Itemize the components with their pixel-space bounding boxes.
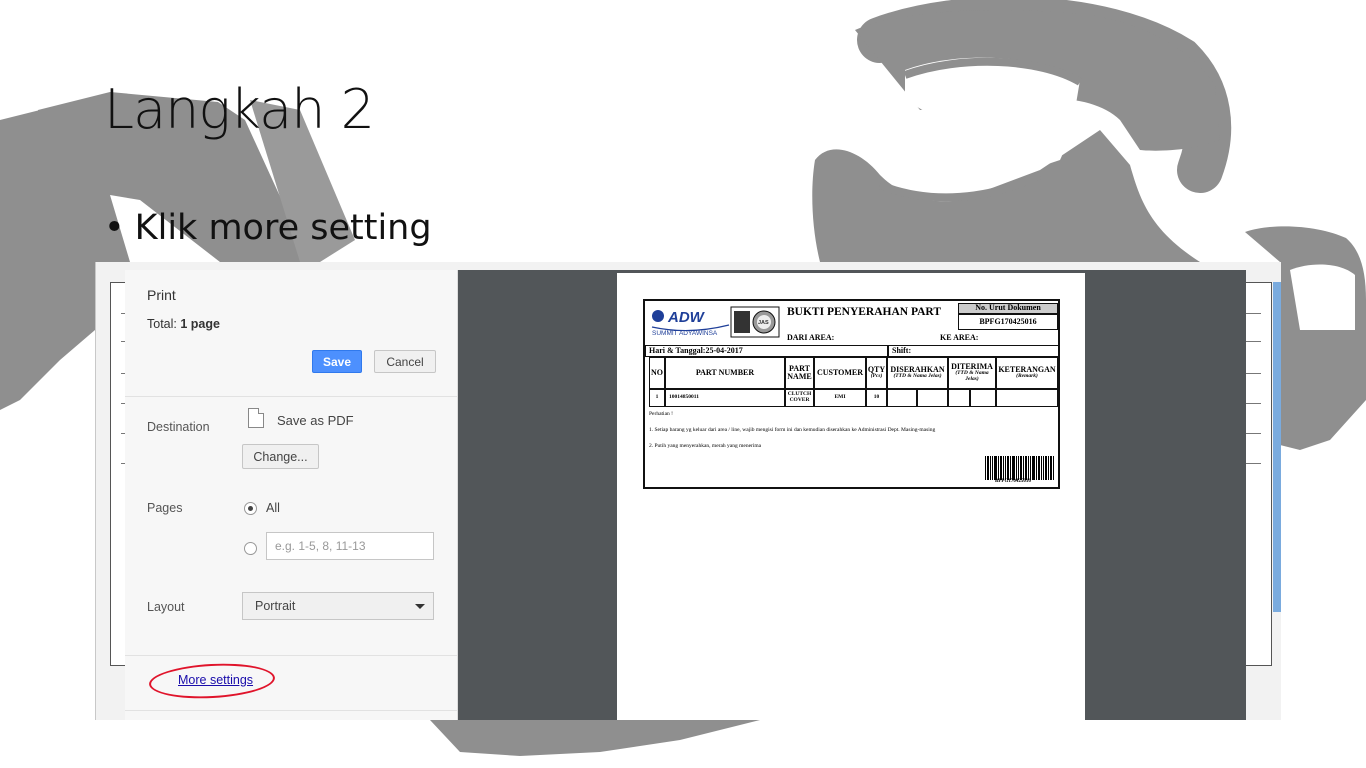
layout-label: Layout <box>147 600 185 614</box>
chevron-down-icon <box>415 604 425 609</box>
pages-all-radio[interactable] <box>244 502 257 515</box>
slide-title: Langkah 2 <box>104 78 375 141</box>
preview-page: ADW SUMMIT ADYAWINSA JAS BUKTI PENYERAHA… <box>617 273 1085 720</box>
slide-bullet: • Klik more setting <box>104 208 432 248</box>
row-cell <box>970 389 996 407</box>
form-title: BUKTI PENYERAHAN PART <box>787 306 942 318</box>
pages-label: Pages <box>147 501 183 515</box>
bullet-text: Klik more setting <box>134 208 432 248</box>
highlight-circle <box>148 660 276 702</box>
logo-text: ADW <box>667 309 706 326</box>
cert-text: JAS <box>758 320 769 326</box>
barcode <box>985 456 1054 480</box>
layout-select[interactable]: Portrait <box>242 592 434 620</box>
pdf-document-icon <box>248 408 264 428</box>
row-cell <box>887 389 917 407</box>
row-no: 1 <box>649 389 665 407</box>
pages-all-label: All <box>266 501 280 515</box>
header-customer: CUSTOMER <box>814 357 866 389</box>
cancel-button[interactable]: Cancel <box>374 350 436 373</box>
pages-range-input[interactable] <box>266 532 434 560</box>
header-diterima: DITERIMA (TTD & Nama Jelas) <box>948 357 996 389</box>
header-keterangan-sub: (Remark) <box>1016 373 1038 380</box>
doc-no-label: No. Urut Dokumen <box>958 303 1058 314</box>
total-label: Total: <box>147 317 177 331</box>
row-part-number: 10014850011 <box>665 389 785 407</box>
row-cell <box>917 389 948 407</box>
logo-subtext: SUMMIT ADYAWINSA <box>652 330 718 337</box>
destination-label: Destination <box>147 420 210 434</box>
print-settings-panel: Print Total: 1 page Save Cancel Destinat… <box>125 270 458 720</box>
header-qty-unit: (Pcs) <box>870 373 883 380</box>
change-destination-button[interactable]: Change... <box>242 444 319 469</box>
divider <box>125 655 457 656</box>
save-button[interactable]: Save <box>312 350 362 373</box>
print-dialog-screenshot: Print Total: 1 page Save Cancel Destinat… <box>95 262 1281 720</box>
pages-range-radio[interactable] <box>244 542 257 555</box>
note-2: 2. Putih yang menyerahkan, merah yang me… <box>649 443 762 449</box>
destination-value: Save as PDF <box>277 413 354 428</box>
header-no: NO <box>649 357 665 389</box>
print-total: Total: 1 page <box>147 317 220 331</box>
row-cell <box>996 389 1058 407</box>
print-title: Print <box>147 287 176 303</box>
preview-form: ADW SUMMIT ADYAWINSA JAS BUKTI PENYERAHA… <box>643 299 1060 489</box>
row-qty: 10 <box>866 389 887 407</box>
shift: Shift: <box>888 345 1060 357</box>
print-preview-area: ADW SUMMIT ADYAWINSA JAS BUKTI PENYERAHA… <box>458 270 1246 720</box>
hari-tanggal: Hari & Tanggal:25-04-2017 <box>645 345 888 357</box>
row-part-name: CLUTCH COVER <box>785 389 814 407</box>
note-1: 1. Setiap barang yg keluar dari area / l… <box>649 427 936 433</box>
header-part-number: PART NUMBER <box>665 357 785 389</box>
total-value: 1 page <box>180 317 220 331</box>
doc-no-value: BPFG170425016 <box>958 314 1058 330</box>
company-logo: ADW SUMMIT ADYAWINSA JAS <box>651 306 780 338</box>
header-diterima-sub: (TTD & Nama Jelas) <box>955 370 989 383</box>
divider <box>125 710 457 711</box>
dari-area: DARI AREA: <box>787 333 835 342</box>
notes-title: Perhatian ! <box>649 411 673 417</box>
divider <box>125 396 457 397</box>
background-scrollbar <box>1273 282 1281 612</box>
row-cell <box>948 389 970 407</box>
header-part-name: PART NAME <box>785 357 814 389</box>
header-qty: QTY (Pcs) <box>866 357 887 389</box>
layout-value: Portrait <box>255 599 296 613</box>
header-diserahkan-sub: (TTD & Nama Jelas) <box>893 373 942 380</box>
barcode-text: BPFG170425016 <box>995 479 1031 484</box>
header-diserahkan: DISERAHKAN (TTD & Nama Jelas) <box>887 357 948 389</box>
row-customer: EMI <box>814 389 866 407</box>
header-keterangan: KETERANGAN (Remark) <box>996 357 1058 389</box>
ke-area: KE AREA: <box>940 333 979 342</box>
